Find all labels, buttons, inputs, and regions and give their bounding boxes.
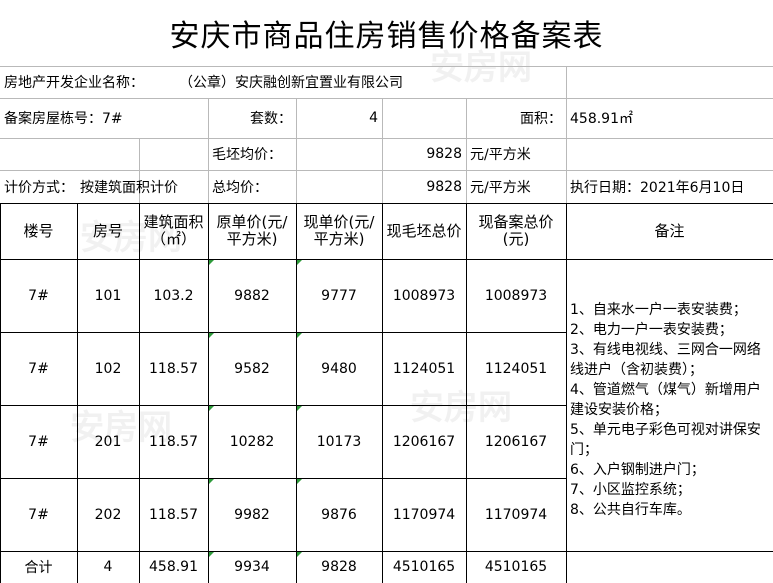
table-row-cur: 9480 <box>321 360 357 377</box>
table-row-filed-total: 1206167 <box>484 433 548 450</box>
total-raw-total: 4510165 <box>392 559 456 575</box>
company-label: 房地产开发企业名称： <box>4 75 144 91</box>
table-row-raw-total: 1170974 <box>392 506 456 523</box>
table-row-area: 103.2 <box>153 287 194 304</box>
table-row-orig: 9982 <box>234 506 270 523</box>
total-cur: 9828 <box>321 559 357 575</box>
note-item: 5、单元电子彩色可视对讲保安门； <box>570 422 761 458</box>
table-row-orig: 10282 <box>229 433 275 450</box>
header-building: 楼号 <box>23 221 54 240</box>
header-notes: 备注 <box>654 221 685 240</box>
total-avg-value: 9828 <box>426 178 462 195</box>
header-area: 建筑面积（㎡） <box>143 213 204 248</box>
total-orig: 9934 <box>234 559 270 575</box>
table-row-filed-total: 1008973 <box>484 287 548 304</box>
table-row-building: 7# <box>28 360 49 377</box>
total-label: 合计 <box>24 560 53 576</box>
header-room: 房号 <box>92 221 123 240</box>
note-item: 1、自来水一户一表安装费； <box>570 302 747 318</box>
table-row-room: 102 <box>94 360 122 377</box>
price-filing-sheet: 安房网 安房网 安房网 安房网 安庆市商品住房销售价格备案表 房地产开发企业名称… <box>0 0 773 583</box>
total-avg-unit: 元/平方米 <box>470 179 531 196</box>
building-label: 备案房屋栋号：7# <box>4 111 123 127</box>
table-row-building: 7# <box>28 506 49 523</box>
raw-avg-value: 9828 <box>426 146 462 162</box>
note-item: 2、电力一户一表安装费； <box>570 322 733 338</box>
table-row-filed-total: 1170974 <box>484 506 548 523</box>
area-label: 面积： <box>520 111 562 127</box>
header-filed-total: 现备案总价(元) <box>478 213 554 248</box>
sheet-title: 安庆市商品住房销售价格备案表 <box>169 19 604 54</box>
raw-avg-unit: 元/平方米 <box>470 147 531 163</box>
exec-date: 执行日期：2021年6月10日 <box>570 179 745 196</box>
table-row-filed-total: 1124051 <box>484 360 548 377</box>
total-avg-label: 总均价： <box>212 179 268 196</box>
units-value: 4 <box>369 110 378 126</box>
table-row-building: 7# <box>28 433 49 450</box>
table-row-area: 118.57 <box>149 506 198 523</box>
header-cur-price: 现单价(元/平方米) <box>303 213 375 248</box>
table-row-cur: 9876 <box>321 506 357 523</box>
table-row-area: 118.57 <box>149 433 198 450</box>
method-value: 按建筑面积计价 <box>80 179 178 196</box>
total-room: 4 <box>103 559 113 575</box>
units-label: 套数： <box>250 111 292 127</box>
total-area: 458.91 <box>149 559 198 575</box>
header-raw-total: 现毛坯总价 <box>386 221 462 240</box>
note-item: 4、管道燃气（煤气）新增用户建设安装价格； <box>570 382 761 418</box>
table-row-area: 118.57 <box>149 360 198 377</box>
header-orig-price: 原单价(元/平方米) <box>216 213 288 248</box>
note-item: 8、公共自行车库。 <box>570 502 691 518</box>
table-row-building: 7# <box>28 287 49 304</box>
method-label: 计价方式： <box>4 179 74 196</box>
table-row-cur: 10173 <box>316 433 362 450</box>
area-value: 458.91㎡ <box>570 111 633 127</box>
table-row-raw-total: 1124051 <box>392 360 456 377</box>
note-item: 3、有线电视线、三网合一网络线进户（含初装费）； <box>570 342 761 378</box>
total-filed-total: 4510165 <box>484 559 548 575</box>
raw-avg-label: 毛坯均价： <box>212 147 282 163</box>
table-row-cur: 9777 <box>321 287 357 304</box>
table-row-raw-total: 1008973 <box>392 287 456 304</box>
table-row-room: 101 <box>94 287 122 304</box>
table-row-orig: 9882 <box>234 287 270 304</box>
note-item: 7、小区监控系统； <box>570 482 691 498</box>
notes-list: 1、自来水一户一表安装费； 2、电力一户一表安装费； 3、有线电视线、三网合一网… <box>569 300 773 520</box>
table-row-orig: 9582 <box>234 360 270 377</box>
table-row-room: 202 <box>94 506 122 523</box>
note-item: 6、入户钢制进户门； <box>570 462 705 478</box>
company-name: （公章）安庆融创新宜置业有限公司 <box>179 75 403 91</box>
table-row-room: 201 <box>94 433 122 450</box>
table-row-raw-total: 1206167 <box>392 433 456 450</box>
